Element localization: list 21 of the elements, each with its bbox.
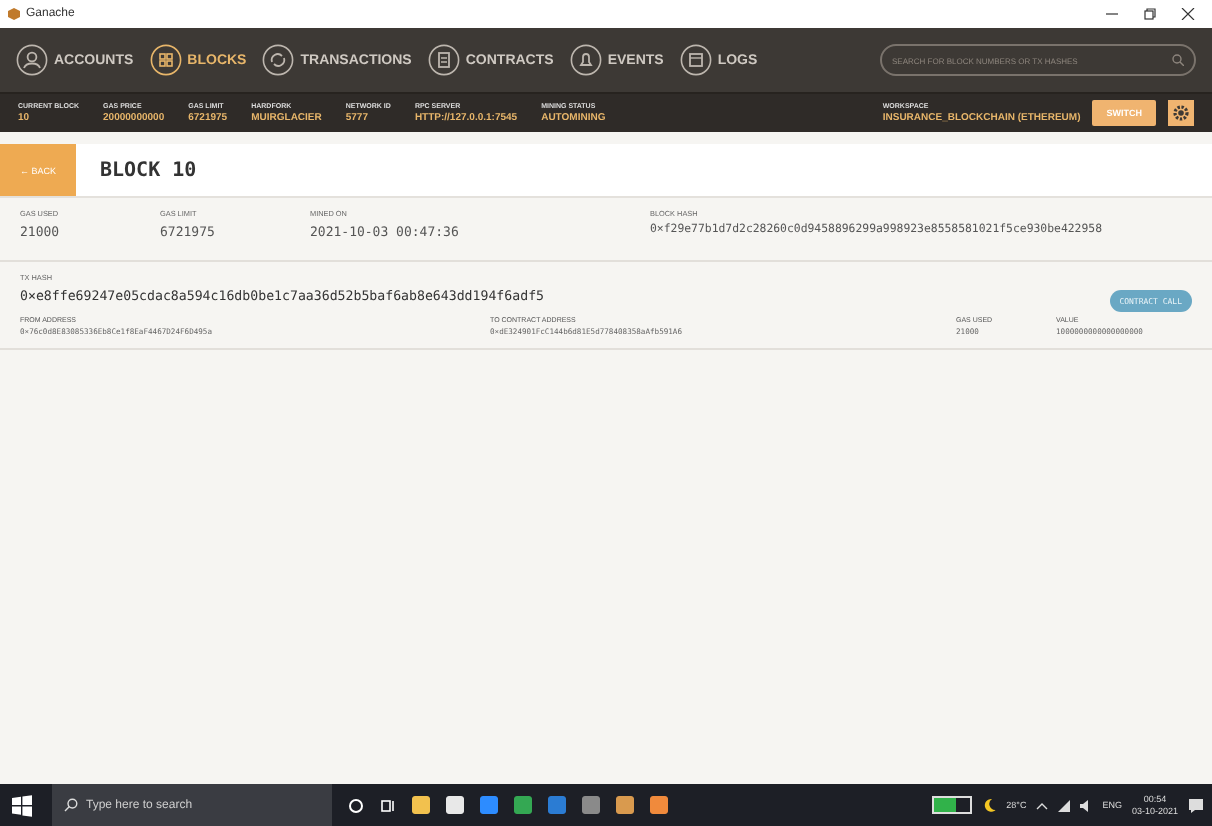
settings-icon — [1172, 104, 1190, 122]
bell-icon — [569, 44, 602, 76]
arrows-icon — [262, 44, 295, 76]
app-logo-icon — [8, 8, 20, 20]
notification-icon[interactable] — [1188, 797, 1204, 813]
search-icon — [1172, 54, 1184, 66]
network-icon[interactable] — [1058, 799, 1071, 811]
person-icon — [16, 44, 48, 76]
weather-icon — [982, 798, 997, 812]
chevron-up-icon[interactable] — [1036, 801, 1049, 809]
cortana-icon[interactable] — [348, 797, 364, 813]
document-icon — [427, 44, 460, 76]
window-icon — [679, 44, 712, 76]
search-icon — [64, 798, 78, 812]
grid-icon — [149, 44, 182, 76]
windows-start-icon[interactable] — [8, 791, 36, 819]
task-view-icon[interactable] — [380, 797, 396, 813]
battery-icon — [934, 798, 971, 812]
settings-button[interactable] — [1168, 100, 1194, 126]
block-title: BLOCK 10 — [100, 159, 197, 181]
speaker-icon[interactable] — [1080, 799, 1093, 811]
